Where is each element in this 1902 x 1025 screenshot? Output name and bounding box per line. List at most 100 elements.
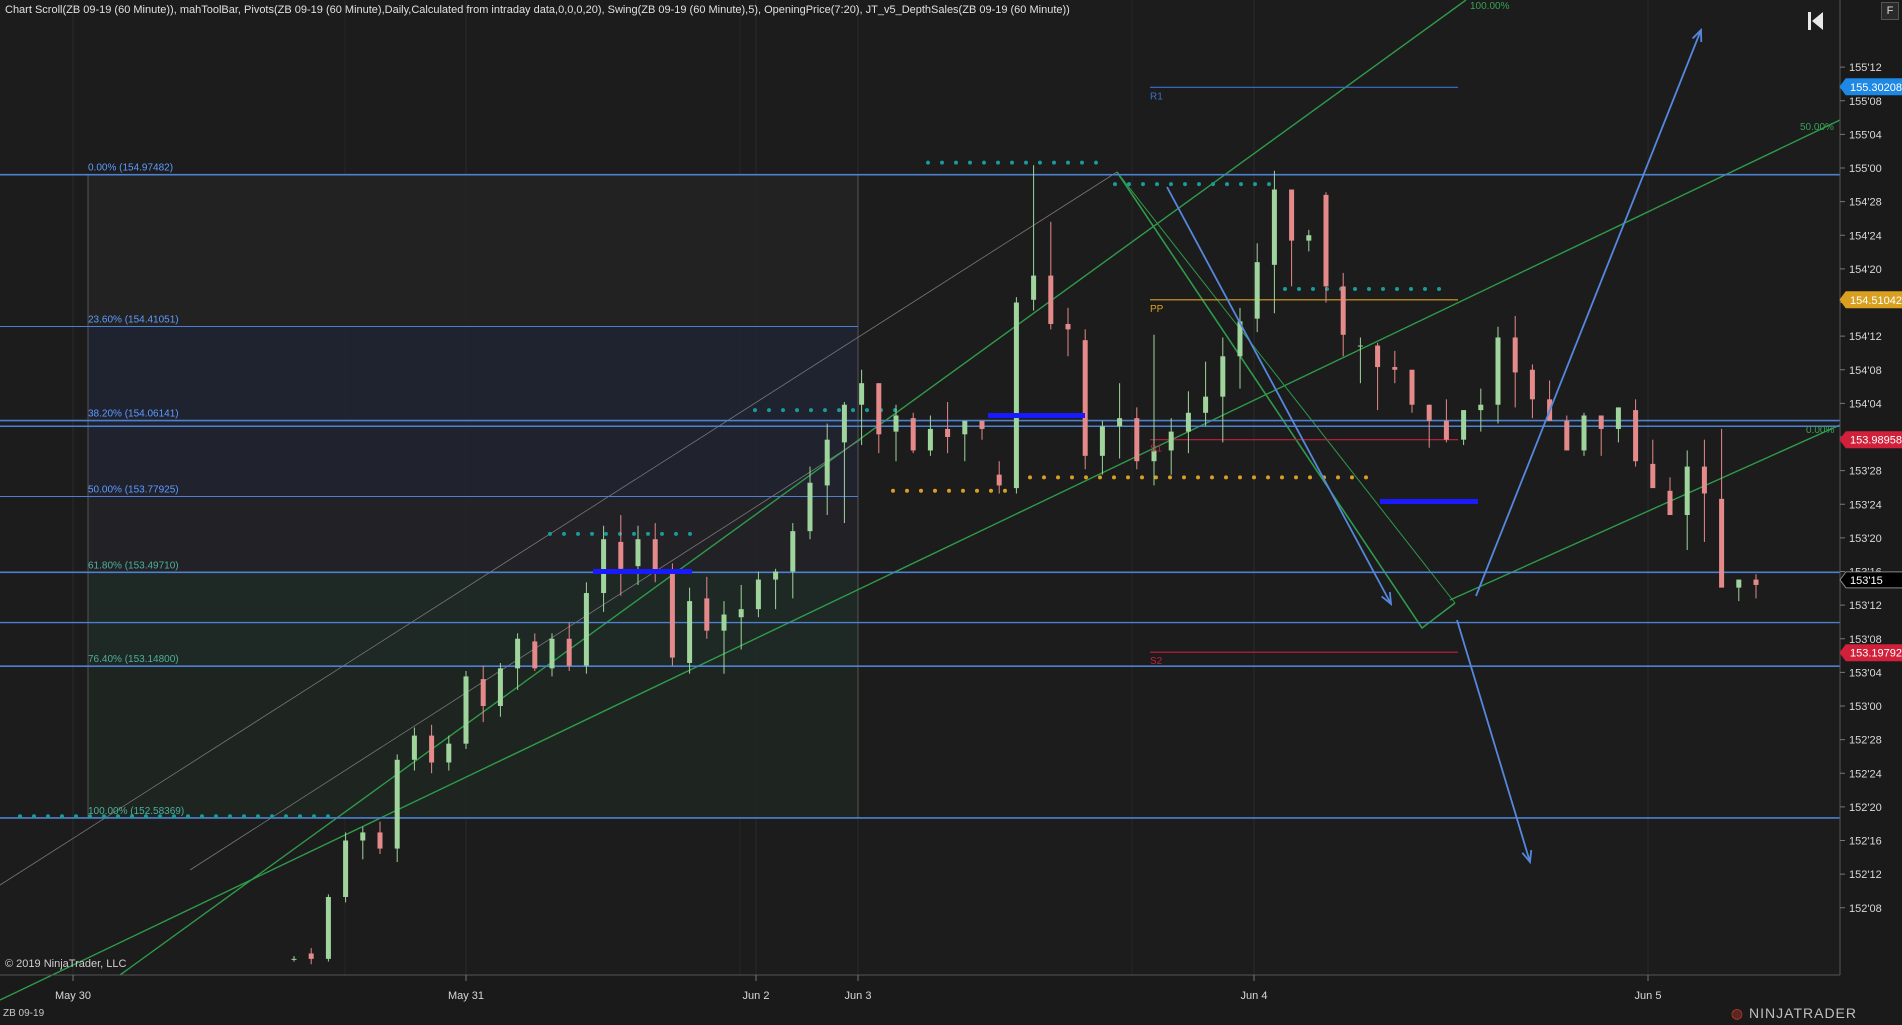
swing-dot-h5 bbox=[1297, 287, 1301, 292]
swing-dot-h5 bbox=[1283, 287, 1287, 292]
swing-dot-h1 bbox=[674, 531, 678, 536]
price-tag-label: 154.51042 bbox=[1850, 295, 1902, 307]
y-tick-label: 154'08 bbox=[1849, 365, 1882, 377]
fib-zone-1 bbox=[88, 326, 858, 421]
fib-label-1: 23.60% (154.41051) bbox=[88, 314, 179, 325]
price-axis[interactable]: 155'12 155'08 155'04 155'00 154'28 154'24 154'… bbox=[1839, 0, 1902, 1025]
candle-body bbox=[841, 404, 847, 443]
x-tick-label: May 30 bbox=[55, 990, 91, 1002]
candle-body bbox=[652, 539, 658, 572]
candle-body bbox=[1357, 345, 1363, 347]
candle-body bbox=[463, 676, 469, 744]
y-tick-label: 152'20 bbox=[1849, 802, 1882, 814]
f-button[interactable]: F bbox=[1881, 2, 1899, 20]
candle-body bbox=[1134, 418, 1140, 462]
candle-body bbox=[1667, 490, 1673, 516]
swing-dot-l2 bbox=[1224, 475, 1228, 480]
x-tick-label: Jun 3 bbox=[845, 990, 872, 1002]
copyright-text: © 2019 NinjaTrader, LLC bbox=[5, 958, 127, 970]
fib-zone-4 bbox=[88, 572, 858, 667]
x-tick-label: Jun 4 bbox=[1241, 990, 1268, 1002]
swing-dot-h1 bbox=[660, 531, 664, 536]
swing-dot-l1 bbox=[919, 488, 923, 493]
swing-dot-h3 bbox=[1066, 160, 1070, 165]
candle-body bbox=[1306, 235, 1312, 241]
ninjatrader-logo: ◍ NINJATRADER bbox=[1731, 1005, 1857, 1022]
y-tick-label: 153'28 bbox=[1849, 466, 1882, 478]
swing-dot-h1 bbox=[548, 531, 552, 536]
candle-body bbox=[687, 601, 693, 663]
candle-body bbox=[291, 958, 297, 960]
candle-body bbox=[446, 743, 452, 763]
candle-body bbox=[1013, 302, 1019, 489]
swing-dot-low-1 bbox=[60, 814, 64, 819]
swing-dot-low-1 bbox=[32, 814, 36, 819]
candle-body bbox=[566, 638, 572, 666]
candle-body bbox=[1203, 396, 1209, 413]
swing-dot-h4 bbox=[1225, 182, 1229, 187]
candle-body bbox=[1323, 194, 1329, 287]
swing-dot-h1 bbox=[646, 531, 650, 536]
swing-dot-h5 bbox=[1423, 287, 1427, 292]
swing-dot-h3 bbox=[1038, 160, 1042, 165]
candle-body bbox=[755, 579, 761, 610]
y-tick-label: 153'04 bbox=[1849, 667, 1882, 679]
y-tick-label: 154'24 bbox=[1849, 230, 1882, 242]
candle-body bbox=[790, 531, 796, 572]
y-tick-label: 152'28 bbox=[1849, 735, 1882, 747]
candle-body bbox=[1598, 415, 1604, 429]
swing-dot-l2 bbox=[1084, 475, 1088, 480]
fork-label-2: 0.00% bbox=[1806, 425, 1834, 436]
swing-dot-l2 bbox=[1336, 475, 1340, 480]
fib-label-0: 0.00% (154.97482) bbox=[88, 163, 173, 174]
candle-body bbox=[893, 415, 899, 432]
candle-body bbox=[927, 428, 933, 451]
candle-body bbox=[1271, 189, 1277, 265]
candle-body bbox=[308, 953, 314, 959]
fib-zone-5 bbox=[88, 666, 858, 818]
candle-body bbox=[1564, 420, 1570, 451]
swing-dot-l1 bbox=[905, 488, 909, 493]
candle-body bbox=[497, 668, 503, 706]
swing-dot-h1 bbox=[632, 531, 636, 536]
swing-dot-h4 bbox=[1141, 182, 1145, 187]
candle-body bbox=[635, 539, 641, 567]
candle-body bbox=[721, 614, 727, 631]
swing-dot-low-1 bbox=[186, 814, 190, 819]
x-tick-label: Jun 5 bbox=[1635, 990, 1662, 1002]
candle-body bbox=[429, 735, 435, 763]
swing-dot-h3 bbox=[926, 160, 930, 165]
x-tick-label: Jun 2 bbox=[743, 990, 770, 1002]
swing-dot-l2 bbox=[1126, 475, 1130, 480]
candle-body bbox=[1719, 498, 1725, 588]
swing-dot-low-1 bbox=[214, 814, 218, 819]
swing-dot-h2 bbox=[837, 408, 841, 413]
scroll-to-start-icon[interactable] bbox=[1806, 10, 1826, 32]
y-tick-label: 152'08 bbox=[1849, 903, 1882, 915]
swing-dot-low-1 bbox=[270, 814, 274, 819]
price-tag-label: 153'15 bbox=[1850, 575, 1883, 587]
pivot-label-S2: S2 bbox=[1150, 656, 1163, 667]
price-chart[interactable]: 155'12 155'08 155'04 155'00 154'28 154'24 154'… bbox=[0, 0, 1902, 1025]
candle-body bbox=[618, 541, 624, 569]
y-tick-label: 153'20 bbox=[1849, 533, 1882, 545]
swing-dot-l2 bbox=[1140, 475, 1144, 480]
swing-dot-l1 bbox=[891, 488, 895, 493]
swing-dot-h4 bbox=[1127, 182, 1131, 187]
candle-body bbox=[1392, 367, 1398, 370]
fib-label-4: 61.80% (153.49710) bbox=[88, 560, 179, 571]
swing-dot-l2 bbox=[1266, 475, 1270, 480]
candle-body bbox=[515, 638, 521, 669]
swing-dot-h2 bbox=[781, 408, 785, 413]
swing-dot-low-1 bbox=[200, 814, 204, 819]
swing-dot-h3 bbox=[996, 160, 1000, 165]
candle-body bbox=[1065, 324, 1071, 330]
swing-dot-h5 bbox=[1409, 287, 1413, 292]
candle-body bbox=[601, 539, 607, 594]
candle-body bbox=[325, 896, 331, 959]
swing-dot-l2 bbox=[1280, 475, 1284, 480]
swing-dot-low-1 bbox=[74, 814, 78, 819]
swing-dot-l2 bbox=[1028, 475, 1032, 480]
candle-body bbox=[1461, 410, 1467, 440]
candle-body bbox=[1701, 466, 1707, 494]
